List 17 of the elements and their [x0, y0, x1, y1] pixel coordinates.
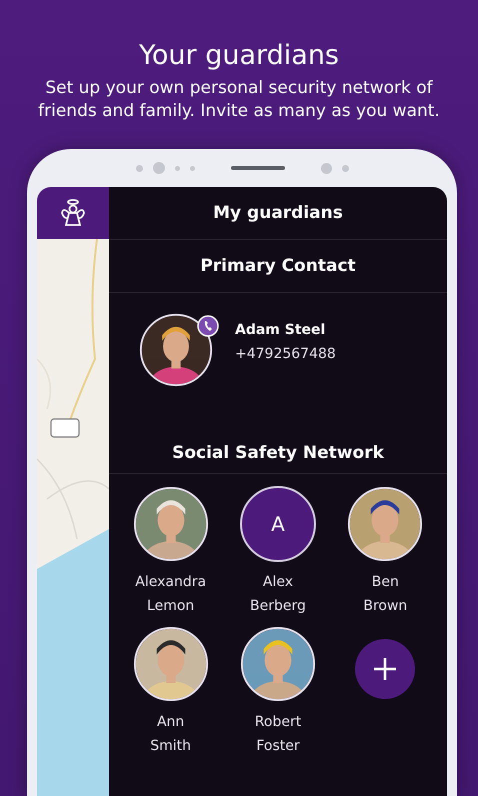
angel-icon [60, 199, 86, 227]
member-name: Ann Smith [150, 713, 192, 756]
contact-phone: +4792567488 [235, 346, 336, 362]
panel-title: My guardians [213, 203, 343, 223]
member-name: Robert Foster [254, 713, 302, 756]
contact-name: Adam Steel [235, 322, 326, 338]
plus-icon [373, 657, 398, 681]
section-heading: Primary Contact [200, 256, 356, 276]
menu-button[interactable] [37, 187, 109, 239]
section-heading: Social Safety Network [172, 443, 384, 463]
member-name: Ben Brown [363, 573, 408, 616]
page-title: Your guardians [138, 40, 339, 71]
page-subtitle: Set up your own personal security network of friends and family. Invite as many as you want. [37, 77, 441, 123]
member-name: Alex Berberg [250, 573, 306, 616]
member-name: Alexandra Lemon [135, 573, 206, 616]
phone-badge-icon [197, 315, 219, 337]
initial-avatar: A [240, 486, 316, 562]
